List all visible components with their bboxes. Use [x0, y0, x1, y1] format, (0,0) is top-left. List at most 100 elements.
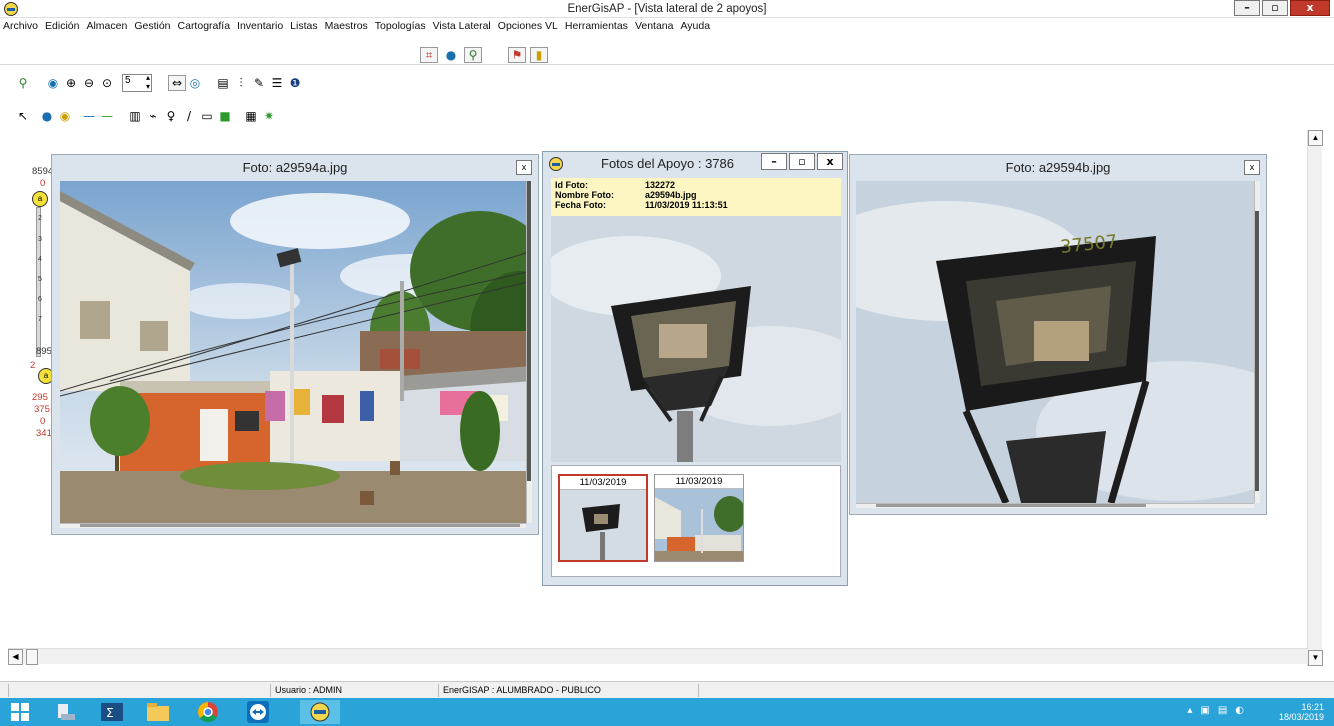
photo-right-image: 37507: [856, 181, 1258, 503]
nombre-foto-value: a29594b.jpg: [645, 190, 697, 200]
powershell-icon[interactable]: Σ: [92, 700, 132, 724]
photo-icon[interactable]: ▦: [242, 108, 260, 124]
photo-right-hscroll[interactable]: [856, 503, 1254, 508]
scale-2: 2: [38, 215, 42, 222]
menu-ayuda[interactable]: Ayuda: [680, 20, 710, 36]
menu-edicion[interactable]: Edición: [45, 20, 79, 36]
apoyo-window-controls: – ▫ x: [761, 153, 843, 170]
apoyo-minimize-button[interactable]: –: [761, 153, 787, 170]
menu-almacen[interactable]: Almacen: [86, 20, 127, 36]
pole-pair-icon[interactable]: ⚑: [508, 47, 526, 63]
node-yellow-icon[interactable]: ◉: [56, 108, 74, 124]
photo-right-vscroll[interactable]: [1254, 181, 1260, 503]
table-icon[interactable]: ▤: [214, 75, 232, 91]
apoyo-maximize-button[interactable]: ▫: [789, 153, 815, 170]
menu-cartografia[interactable]: Cartografía: [178, 20, 231, 36]
volume-icon[interactable]: ◐: [1235, 705, 1244, 716]
scale-6: 6: [38, 296, 42, 303]
switch-icon[interactable]: ⌁: [144, 108, 162, 124]
nombre-foto-label: Nombre Foto:: [555, 190, 614, 200]
apoyo-close-button[interactable]: x: [817, 153, 843, 170]
workspace-vscroll[interactable]: ▲ ▼: [1307, 130, 1323, 666]
menu-listas[interactable]: Listas: [290, 20, 317, 36]
transformer-icon[interactable]: ▥: [126, 108, 144, 124]
menu-inventario[interactable]: Inventario: [237, 20, 283, 36]
line-blue-icon[interactable]: —: [80, 108, 98, 124]
fotos-apoyo-window[interactable]: Fotos del Apoyo : 3786 – ▫ x Id Foto: 132…: [542, 151, 848, 586]
photo-info-panel: Id Foto: 132272 Nombre Foto: a29594b.jpg F…: [551, 178, 841, 216]
top-toolbar: ⌗ ● ⚲ ⚑ ▮: [0, 45, 1334, 65]
photo-left-close-button[interactable]: x: [516, 160, 532, 175]
start-windows-icon[interactable]: [0, 700, 40, 724]
menu-topologias[interactable]: Topologías: [375, 20, 426, 36]
action-center-icon[interactable]: ▤: [1218, 705, 1227, 716]
maximize-button[interactable]: ▫: [1262, 0, 1288, 16]
clock-time: 16:21: [1301, 702, 1324, 712]
pan-icon[interactable]: ⇔: [168, 75, 186, 91]
zoom-step-input[interactable]: 5: [122, 73, 152, 92]
apoyo-title-bar: Fotos del Apoyo : 3786 – ▫ x: [543, 152, 847, 176]
exit-door-icon[interactable]: ▮: [530, 47, 548, 63]
photo-window-right[interactable]: Foto: a29594b.jpg x 37507: [849, 154, 1267, 515]
menu-vista-lateral[interactable]: Vista Lateral: [433, 20, 491, 36]
scale-3: 3: [38, 236, 42, 243]
measure-icon[interactable]: ✎: [250, 75, 268, 91]
panel-icon[interactable]: ▭: [198, 108, 216, 124]
photo-left-image: [60, 181, 532, 523]
pole-add-icon[interactable]: ⚲: [464, 47, 482, 63]
menu-opciones-vl[interactable]: Opciones VL: [498, 20, 558, 36]
top-zero: 0: [40, 178, 46, 189]
scroll-left-arrow[interactable]: ◀: [8, 649, 23, 665]
menu-gestion[interactable]: Gestión: [134, 20, 170, 36]
list-icon[interactable]: ☰: [268, 75, 286, 91]
search-map-icon[interactable]: ◎: [186, 75, 204, 91]
thumbnail-2[interactable]: 11/03/2019: [654, 474, 746, 562]
pole-info-icon[interactable]: ⫶: [232, 75, 250, 91]
burst-icon[interactable]: ✷: [260, 108, 278, 124]
photo-left-hscroll[interactable]: [60, 523, 526, 528]
apoyo-app-icon: [549, 157, 563, 171]
chrome-icon[interactable]: [188, 700, 228, 724]
layers-icon[interactable]: ⌗: [420, 47, 438, 63]
thumbnail-2-image: [655, 489, 746, 561]
menu-maestros[interactable]: Maestros: [325, 20, 368, 36]
pointer-icon[interactable]: ↖: [14, 108, 32, 124]
thumbnail-1[interactable]: 11/03/2019: [558, 474, 648, 562]
scroll-up-arrow[interactable]: ▲: [1308, 130, 1323, 146]
teamviewer-icon[interactable]: [238, 700, 278, 724]
energisap-taskbar-icon[interactable]: [300, 700, 340, 724]
tray-expand-icon[interactable]: ▴: [1187, 705, 1192, 716]
brush-icon[interactable]: /: [180, 108, 198, 124]
photo-right-close-button[interactable]: x: [1244, 160, 1260, 175]
lamp-icon[interactable]: ♀: [162, 108, 180, 124]
network-icon[interactable]: ▣: [1200, 705, 1209, 716]
server-manager-icon[interactable]: [46, 700, 86, 724]
close-button[interactable]: x: [1290, 0, 1330, 16]
minimize-button[interactable]: –: [1234, 0, 1260, 16]
menu-herramientas[interactable]: Herramientas: [565, 20, 628, 36]
area-icon[interactable]: ■: [216, 108, 234, 124]
workspace-hscroll[interactable]: ◀: [8, 648, 1308, 665]
node-blue-icon[interactable]: ●: [38, 108, 56, 124]
file-explorer-icon[interactable]: [138, 700, 178, 724]
red-value-2: 295: [32, 392, 48, 403]
scroll-thumb[interactable]: [26, 649, 38, 665]
scroll-down-arrow[interactable]: ▼: [1308, 650, 1323, 666]
clock[interactable]: 16:21 18/03/2019: [1279, 702, 1324, 722]
photo-left-vscroll[interactable]: [526, 181, 532, 523]
system-tray-icons: ▴ ▣ ▤ ◐: [1187, 705, 1244, 716]
scale-5: 5: [38, 276, 42, 283]
globe-zoom-icon[interactable]: ◉: [44, 75, 62, 91]
menu-ventana[interactable]: Ventana: [635, 20, 674, 36]
add-pole-icon[interactable]: ⚲: [14, 75, 32, 91]
zoom-out-icon[interactable]: ⊖: [80, 75, 98, 91]
line-green-icon[interactable]: —: [98, 108, 116, 124]
window-controls: – ▫ x: [1234, 0, 1330, 18]
menu-archivo[interactable]: Archivo: [3, 20, 38, 36]
globe-icon[interactable]: ●: [442, 47, 460, 63]
info-icon[interactable]: ❶: [286, 75, 304, 91]
pole-node-top[interactable]: a: [32, 191, 48, 207]
photo-window-left[interactable]: Foto: a29594a.jpg x: [51, 154, 539, 535]
zoom-in-icon[interactable]: ⊕: [62, 75, 80, 91]
zoom-extents-icon[interactable]: ⊙: [98, 75, 116, 91]
